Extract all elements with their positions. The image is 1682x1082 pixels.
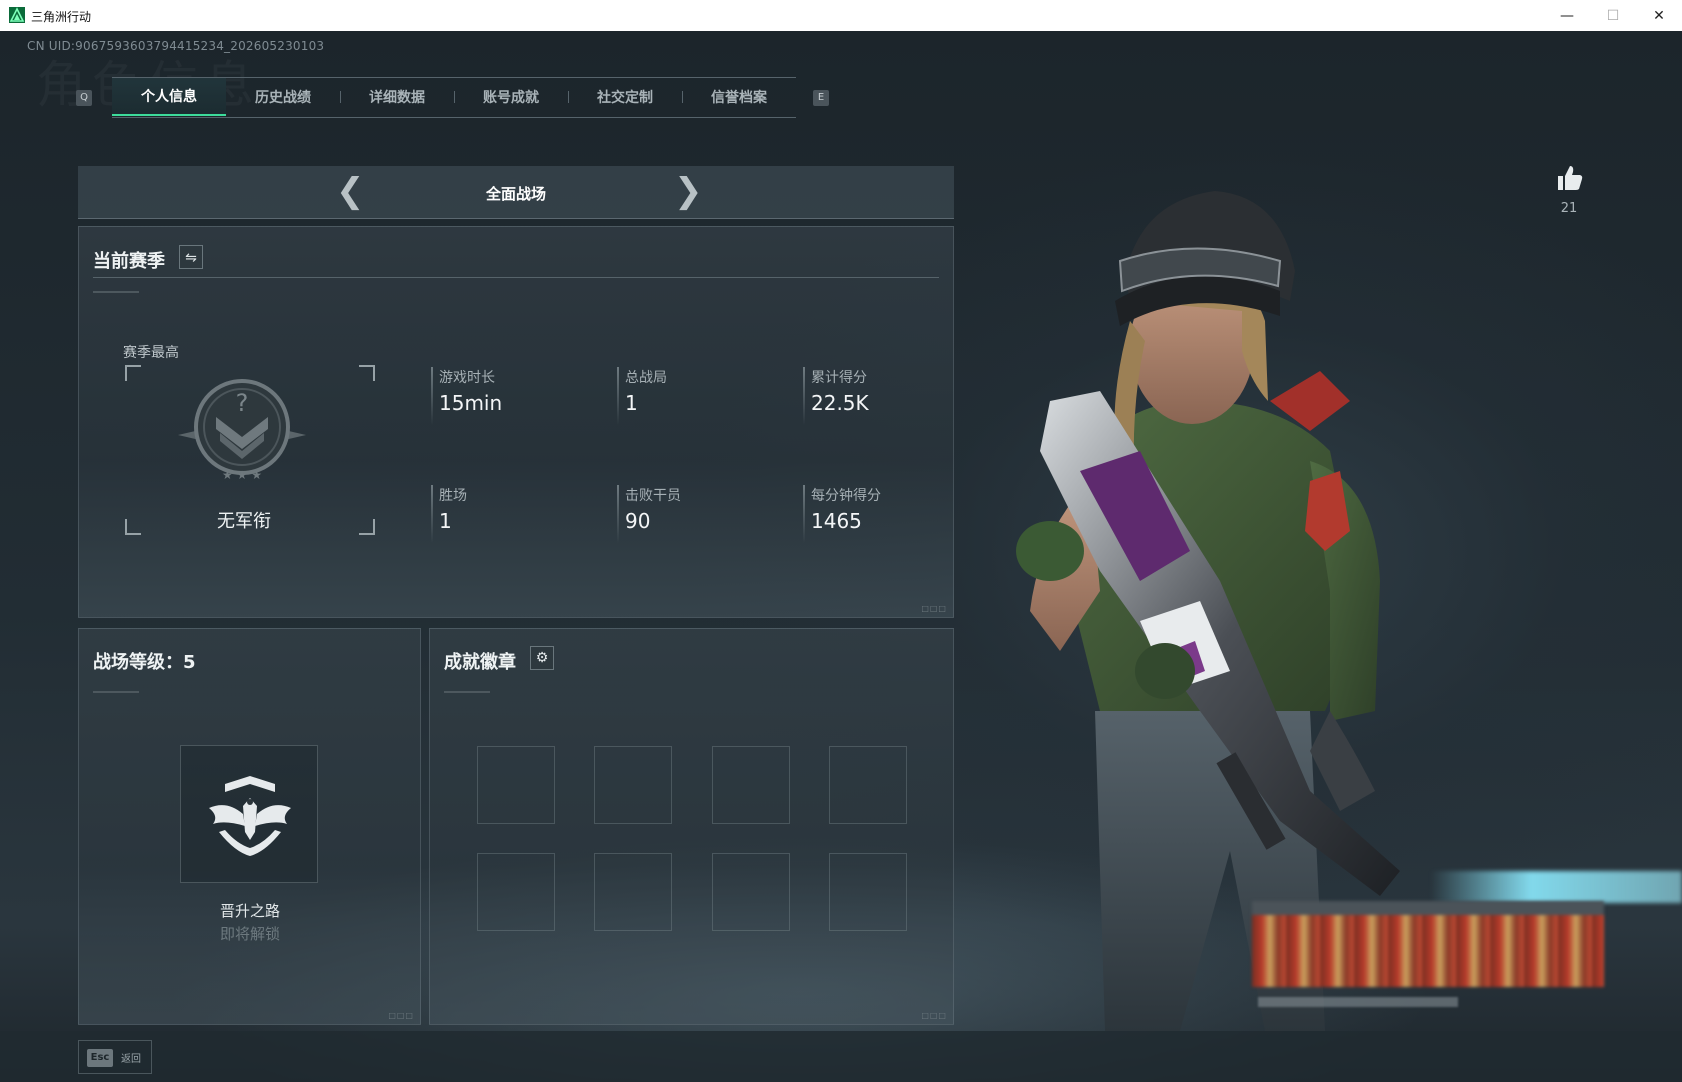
back-label: 返回 <box>121 1054 141 1065</box>
badge-slot[interactable] <box>477 853 555 931</box>
promotion-path-status: 即将解锁 <box>219 925 280 943</box>
app-icon <box>9 7 25 23</box>
frame-corner <box>125 365 141 381</box>
blurred-nameplate-text <box>1258 997 1458 1007</box>
promotion-path-name: 晋升之路 <box>219 902 280 920</box>
stat-label: 游戏时长 <box>439 370 495 386</box>
tab-detailed-data[interactable]: 详细数据 <box>340 78 454 116</box>
badge-slot[interactable] <box>477 746 555 824</box>
mode-selector: ❮ 全面战场 ❯ <box>78 166 954 219</box>
tab-personal-info[interactable]: 个人信息 <box>112 78 226 116</box>
tab-match-history[interactable]: 历史战绩 <box>226 78 340 116</box>
eagle-emblem-icon <box>209 776 291 856</box>
decorative-line <box>444 691 490 693</box>
frame-corner <box>359 519 375 535</box>
stat-label: 累计得分 <box>811 370 867 386</box>
stat-label: 胜场 <box>439 488 467 504</box>
stat-bar <box>803 485 805 543</box>
stat-label: 总战局 <box>625 370 667 386</box>
promotion-path-card[interactable] <box>180 745 318 883</box>
bottom-bar: Esc 返回 <box>0 1031 1682 1082</box>
stat-bar <box>431 485 433 543</box>
stat-bar <box>617 367 619 425</box>
stat-label: 击败干员 <box>625 488 681 504</box>
stat-value: 15min <box>439 391 503 415</box>
tabs-bottom-line <box>112 117 796 118</box>
stat-bar <box>803 367 805 425</box>
rank-emblem-icon: ? ★ ★ ★ <box>178 379 306 482</box>
corner-decoration: □□□ <box>921 1011 947 1020</box>
prev-tab-key[interactable]: Q <box>76 90 92 106</box>
gear-icon[interactable]: ⚙ <box>530 646 554 670</box>
maximize-button[interactable]: ☐ <box>1590 0 1636 31</box>
frame-corner <box>359 365 375 381</box>
badges-title: 成就徽章 <box>444 652 516 673</box>
season-best-label: 赛季最高 <box>123 345 179 361</box>
stat-value: 90 <box>625 509 651 533</box>
mode-label: 全面战场 <box>485 185 546 203</box>
minimize-button[interactable]: — <box>1544 0 1590 31</box>
thumbs-up-icon[interactable] <box>1554 163 1584 193</box>
close-button[interactable]: ✕ <box>1636 0 1682 31</box>
svg-text:?: ? <box>236 389 249 417</box>
badge-slot[interactable] <box>712 746 790 824</box>
decorative-line <box>93 291 139 293</box>
game-viewport: 角色信息 CN UID:9067593603794415234_20260523… <box>0 31 1682 1082</box>
tab-social-custom[interactable]: 社交定制 <box>568 78 682 116</box>
window-title: 三角洲行动 <box>31 10 92 24</box>
stat-bar <box>431 367 433 425</box>
corner-decoration: □□□ <box>921 604 947 613</box>
divider <box>93 277 939 278</box>
season-panel: 当前赛季 ⇋ 赛季最高 ? ★ ★ ★ 无军衔 游戏时长 15min 总战局 1… <box>78 226 954 618</box>
like-count: 21 <box>1560 201 1578 216</box>
window-titlebar: 三角洲行动 — ☐ ✕ <box>0 0 1682 32</box>
stat-value: 22.5K <box>811 391 869 415</box>
svg-text:★ ★ ★: ★ ★ ★ <box>222 468 262 482</box>
light-effect <box>1430 871 1682 903</box>
decorative-line <box>93 691 139 693</box>
stat-label: 每分钟得分 <box>811 488 881 504</box>
stat-bar <box>617 485 619 543</box>
corner-decoration: □□□ <box>388 1011 414 1020</box>
tab-credit-record[interactable]: 信誉档案 <box>682 78 796 116</box>
battlefield-level-panel: 战场等级：5 晋升之路 即将解锁 □□□ <box>78 628 421 1025</box>
badge-slot[interactable] <box>594 853 672 931</box>
esc-key: Esc <box>87 1049 113 1067</box>
season-title: 当前赛季 <box>93 251 165 272</box>
badge-slot[interactable] <box>594 746 672 824</box>
uid-text: CN UID:9067593603794415234_202605230103 <box>27 39 325 53</box>
swap-icon[interactable]: ⇋ <box>179 245 203 269</box>
rank-name: 无军衔 <box>217 511 271 532</box>
back-button[interactable]: Esc 返回 <box>78 1040 152 1074</box>
level-title: 战场等级：5 <box>93 652 196 673</box>
blurred-nameplate-banner <box>1252 901 1604 987</box>
stat-value: 1465 <box>811 509 862 533</box>
stat-value: 1 <box>439 509 452 533</box>
profile-tabbar: Q 个人信息 历史战绩 详细数据 账号成就 社交定制 信誉档案 E <box>76 77 836 118</box>
tab-achievements[interactable]: 账号成就 <box>454 78 568 116</box>
chevron-right-icon[interactable]: ❯ <box>674 174 703 208</box>
badge-slot[interactable] <box>829 746 907 824</box>
badge-slot[interactable] <box>712 853 790 931</box>
next-tab-key[interactable]: E <box>813 90 829 106</box>
achievement-badges-panel: 成就徽章 ⚙ □□□ <box>429 628 954 1025</box>
badge-slot[interactable] <box>829 853 907 931</box>
stat-value: 1 <box>625 391 638 415</box>
